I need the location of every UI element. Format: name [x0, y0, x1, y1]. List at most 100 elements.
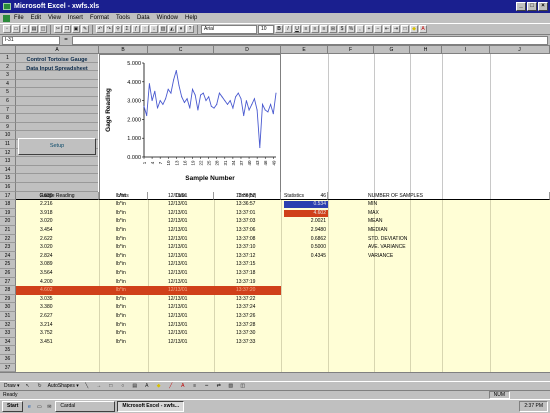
- cell-units[interactable]: lb*in: [116, 329, 146, 338]
- line-color-icon[interactable]: ╱: [167, 382, 175, 390]
- cell-gauge-reading[interactable]: 2.680: [40, 192, 90, 201]
- menu-help[interactable]: Help: [185, 15, 197, 21]
- new-icon[interactable]: ▫: [3, 25, 11, 33]
- row-header[interactable]: 35: [0, 346, 16, 355]
- cell-date[interactable]: 12/13/01: [168, 312, 208, 321]
- cell-gauge-reading[interactable]: 3.752: [40, 329, 90, 338]
- cell-units[interactable]: lb*in: [116, 200, 146, 209]
- cell-date[interactable]: 12/13/01: [168, 338, 208, 347]
- paste-icon[interactable]: ▣: [72, 25, 80, 33]
- cell-date[interactable]: 12/13/01: [168, 209, 208, 218]
- cell-date[interactable]: 12/13/01: [168, 321, 208, 330]
- cell-gauge-reading[interactable]: 3.451: [40, 338, 90, 347]
- cell-date[interactable]: 12/13/01: [168, 200, 208, 209]
- column-header-g[interactable]: G: [374, 46, 410, 54]
- cell-gauge-reading[interactable]: 3.214: [40, 321, 90, 330]
- column-header-e[interactable]: E: [281, 46, 328, 54]
- workbook-icon[interactable]: [3, 15, 10, 22]
- cell-time[interactable]: 13:37:26: [236, 312, 276, 321]
- row-header[interactable]: 30: [0, 303, 16, 312]
- print-icon[interactable]: ▤: [30, 25, 38, 33]
- close-button[interactable]: ×: [538, 2, 548, 11]
- cell-units[interactable]: lb*in: [116, 269, 146, 278]
- taskbar-item-excel[interactable]: Microsoft Excel - xwfs...: [117, 401, 185, 412]
- worksheet[interactable]: A B C D E F G H I J 1 2 3 4 5 6 7 8 9 10 11 12 13 14 1…: [0, 46, 550, 372]
- stat-value[interactable]: 2.9480: [284, 226, 326, 235]
- row-header[interactable]: 20: [0, 217, 16, 226]
- decrease-decimal-icon[interactable]: −: [374, 25, 382, 33]
- rectangle-tool-icon[interactable]: □: [107, 382, 115, 390]
- sort-descending-icon[interactable]: ↓: [150, 25, 158, 33]
- row-header[interactable]: 17: [0, 191, 16, 201]
- cell-time[interactable]: 13:37:33: [236, 338, 276, 347]
- menu-edit[interactable]: Edit: [31, 15, 41, 21]
- cell-gauge-reading[interactable]: 3.089: [40, 260, 90, 269]
- start-button[interactable]: Start: [2, 401, 24, 412]
- cut-icon[interactable]: ✂: [54, 25, 62, 33]
- hyperlink-icon[interactable]: ⚲: [114, 25, 122, 33]
- column-header-c[interactable]: C: [148, 46, 214, 54]
- stat-value[interactable]: 4.602: [284, 209, 326, 218]
- help-icon[interactable]: ?: [186, 25, 194, 33]
- row-header[interactable]: 32: [0, 320, 16, 330]
- cell-time[interactable]: 13:37:10: [236, 243, 276, 252]
- cell-units[interactable]: lb*in: [116, 252, 146, 261]
- arrow-style-icon[interactable]: ⇄: [215, 382, 223, 390]
- column-header-a[interactable]: A: [16, 46, 99, 54]
- stat-value[interactable]: 0.5000: [284, 243, 326, 252]
- font-name-select[interactable]: Arial: [201, 24, 257, 34]
- cell-gauge-reading[interactable]: 2.627: [40, 312, 90, 321]
- sort-ascending-icon[interactable]: ↑: [141, 25, 149, 33]
- row-header[interactable]: 16: [0, 183, 16, 192]
- cell-date[interactable]: 12/13/01: [168, 286, 208, 295]
- cell-date[interactable]: 12/13/01: [168, 243, 208, 252]
- row-header[interactable]: 23: [0, 243, 16, 252]
- line-style-icon[interactable]: ≡: [191, 382, 199, 390]
- cell-date[interactable]: 12/13/01: [168, 252, 208, 261]
- cell-time[interactable]: 13:37:12: [236, 252, 276, 261]
- column-header-j[interactable]: J: [490, 46, 550, 54]
- align-left-icon[interactable]: ≡: [302, 25, 310, 33]
- row-header[interactable]: 24: [0, 251, 16, 261]
- borders-icon[interactable]: □: [401, 25, 409, 33]
- row-header[interactable]: 8: [0, 114, 16, 123]
- cell-gauge-reading[interactable]: 3.035: [40, 295, 90, 304]
- row-header[interactable]: 1: [0, 54, 16, 63]
- function-icon[interactable]: ƒ: [132, 25, 140, 33]
- cell-time[interactable]: 13:36:57: [236, 200, 276, 209]
- cell-gauge-reading[interactable]: 3.918: [40, 209, 90, 218]
- decrease-indent-icon[interactable]: ⇤: [383, 25, 391, 33]
- cell-time[interactable]: 13:37:03: [236, 217, 276, 226]
- column-header-f[interactable]: F: [328, 46, 374, 54]
- oval-tool-icon[interactable]: ○: [119, 382, 127, 390]
- cell-gauge-reading[interactable]: 2.216: [40, 200, 90, 209]
- print-preview-icon[interactable]: ◫: [39, 25, 47, 33]
- fill-color-draw-icon[interactable]: ◆: [155, 382, 163, 390]
- cell-date[interactable]: 12/13/01: [168, 295, 208, 304]
- row-header[interactable]: 34: [0, 337, 16, 347]
- undo-icon[interactable]: ↶: [96, 25, 104, 33]
- cell-time[interactable]: 13:37:30: [236, 329, 276, 338]
- row-header[interactable]: 28: [0, 286, 16, 295]
- select-pointer-icon[interactable]: ↖: [24, 382, 32, 390]
- gage-reading-chart[interactable]: 5.000 4.000 3.000 2.000 1.000 0.000 1 4 7 10 13 16 1…: [99, 54, 281, 200]
- setup-button[interactable]: Setup: [18, 138, 96, 155]
- row-header[interactable]: 22: [0, 234, 16, 244]
- chart-wizard-icon[interactable]: ▥: [159, 25, 167, 33]
- column-header-i[interactable]: I: [442, 46, 490, 54]
- stat-value[interactable]: 0.6862: [284, 235, 326, 244]
- cell-date[interactable]: 12/13/01: [168, 235, 208, 244]
- row-header[interactable]: 9: [0, 122, 16, 132]
- row-header[interactable]: 21: [0, 226, 16, 235]
- rotate-icon[interactable]: ↻: [36, 382, 44, 390]
- menu-format[interactable]: Format: [90, 15, 109, 21]
- stat-value[interactable]: 2.0021: [284, 217, 326, 226]
- font-size-select[interactable]: 10: [258, 24, 274, 34]
- cell-time[interactable]: 13:37:01: [236, 209, 276, 218]
- row-header[interactable]: 37: [0, 363, 16, 372]
- cell-units[interactable]: lb*in: [116, 338, 146, 347]
- cell-time[interactable]: 13:37:20: [236, 286, 276, 295]
- currency-icon[interactable]: $: [338, 25, 346, 33]
- menu-window[interactable]: Window: [157, 15, 178, 21]
- cell-time[interactable]: 13:37:06: [236, 226, 276, 235]
